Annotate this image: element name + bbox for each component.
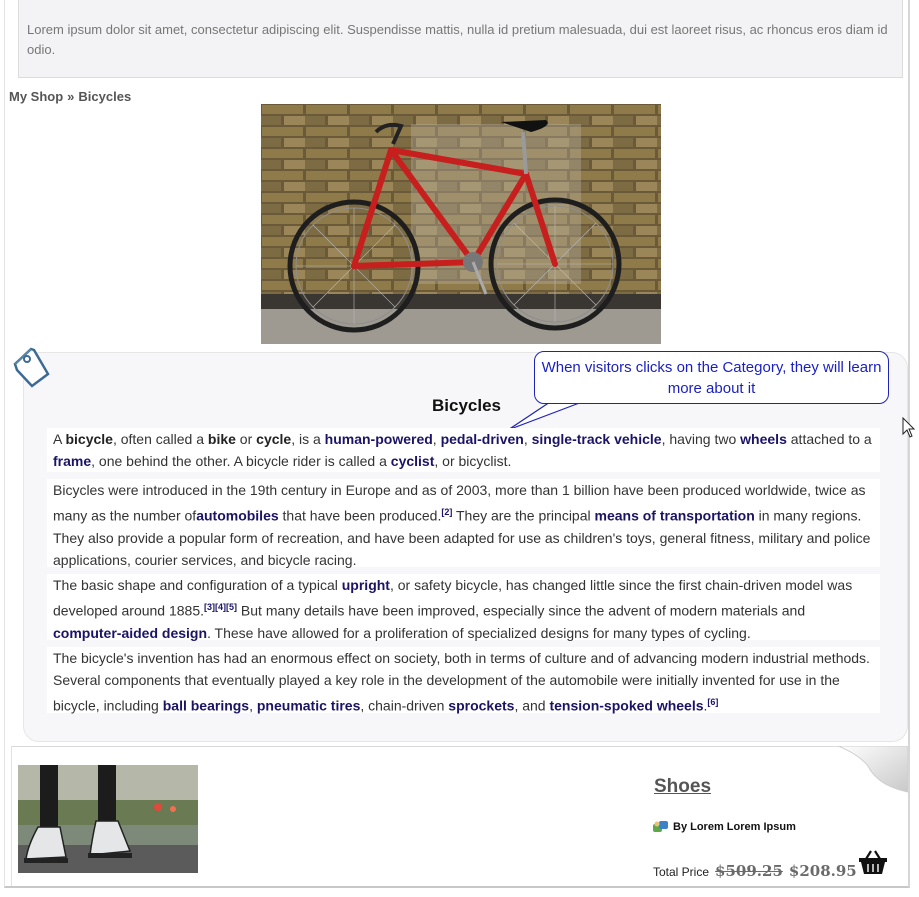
callout-text: When visitors clicks on the Category, th…	[541, 359, 882, 397]
category-paragraph-4: The bicycle's invention has had an enorm…	[47, 647, 880, 714]
product-author: By Lorem Lorem Ipsum	[652, 820, 796, 834]
link-cyclist[interactable]: cyclist	[391, 453, 435, 469]
link-computer-aided-design[interactable]: computer-aided design	[53, 625, 207, 641]
new-price: $208.95	[788, 862, 857, 880]
link-automobiles[interactable]: automobiles	[196, 508, 278, 524]
users-icon	[653, 821, 668, 832]
category-paragraph-3: The basic shape and configuration of a t…	[47, 574, 880, 641]
category-paragraph-2: Bicycles were introduced in the 19th cen…	[47, 479, 880, 568]
link-wheels[interactable]: wheels	[740, 431, 787, 447]
product-price: Total Price $509.25 $208.95	[653, 862, 857, 880]
link-sprockets[interactable]: sprockets	[448, 698, 514, 714]
citation-3[interactable]: [3]	[204, 602, 215, 612]
product-author-text: By Lorem Lorem Ipsum	[673, 821, 796, 833]
category-title: Bicycles	[432, 396, 501, 415]
breadcrumb-current[interactable]: Bicycles	[78, 89, 131, 104]
breadcrumb-separator: »	[67, 89, 75, 104]
citation-5[interactable]: [5]	[226, 602, 237, 612]
old-price: $509.25	[715, 862, 783, 880]
link-pedal-driven[interactable]: pedal-driven	[441, 431, 524, 447]
price-label: Total Price	[653, 865, 710, 879]
breadcrumb-home-link[interactable]: My Shop	[9, 89, 63, 104]
page-curl-decoration	[838, 746, 908, 793]
category-hero-image	[261, 104, 661, 344]
link-human-powered[interactable]: human-powered	[325, 431, 433, 447]
link-tension-spoked-wheels[interactable]: tension-spoked wheels	[549, 698, 703, 714]
breadcrumb: My Shop » Bicycles	[9, 89, 131, 104]
product-image[interactable]	[18, 765, 198, 873]
citation-2[interactable]: [2]	[441, 507, 452, 517]
tag-icon	[13, 347, 50, 388]
link-upright[interactable]: upright	[342, 577, 390, 593]
basket-icon[interactable]	[858, 849, 888, 875]
cursor-icon	[902, 417, 916, 438]
link-pneumatic-tires[interactable]: pneumatic tires	[257, 698, 360, 714]
link-means-of-transportation[interactable]: means of transportation	[595, 508, 755, 524]
link-ball-bearings[interactable]: ball bearings	[163, 698, 249, 714]
link-frame[interactable]: frame	[53, 453, 91, 469]
citation-6[interactable]: [6]	[707, 697, 718, 707]
top-note: Lorem ipsum dolor sit amet, consectetur …	[18, 0, 903, 78]
category-paragraph-1: A bicycle, often called a bike or cycle,…	[47, 428, 880, 472]
citation-4[interactable]: [4]	[215, 602, 226, 612]
link-single-track-vehicle[interactable]: single-track vehicle	[532, 431, 662, 447]
top-note-text: Lorem ipsum dolor sit amet, consectetur …	[27, 22, 888, 57]
product-name-link[interactable]: Shoes	[654, 776, 711, 798]
